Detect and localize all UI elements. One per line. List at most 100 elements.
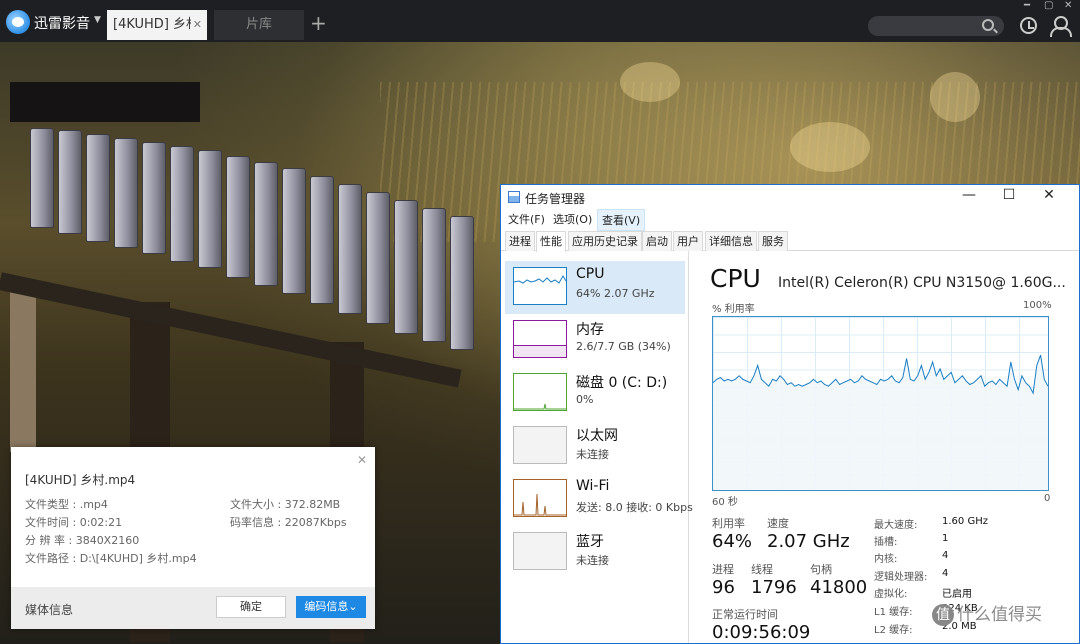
- video-scene-mailbox: [366, 192, 390, 324]
- stat-threads-value: 1796: [751, 577, 797, 598]
- video-scene-mailbox: [114, 138, 138, 248]
- stat-processes-value: 96: [712, 577, 735, 598]
- stat-handles-label: 句柄: [810, 563, 832, 576]
- tab-now-playing[interactable]: [4KUHD] 乡村.mp4 ✕: [107, 10, 207, 40]
- media-info-footer-label: 媒体信息: [25, 603, 74, 617]
- sidebar-memory-sub: 2.6/7.7 GB (34%): [576, 340, 671, 353]
- minimize-icon[interactable]: ━: [1024, 0, 1030, 11]
- close-icon[interactable]: ✕: [1064, 0, 1072, 11]
- minimize-icon[interactable]: —: [954, 187, 984, 203]
- ok-button[interactable]: 确定: [216, 596, 286, 618]
- task-manager-window: 任务管理器 — ☐ ✕ 文件(F) 选项(O) 查看(V) 进程 性能 应用历史…: [500, 184, 1080, 644]
- video-scene-post: [10, 282, 36, 452]
- cpu-model: Intel(R) Celeron(R) CPU N3150@ 1.60G...: [778, 275, 1066, 291]
- spec-max-speed-value: 1.60 GHz: [942, 516, 988, 527]
- tab-processes[interactable]: 进程: [505, 231, 535, 251]
- user-icon[interactable]: [1050, 16, 1072, 37]
- menu-file[interactable]: 文件(F): [504, 209, 549, 229]
- stat-processes-label: 进程: [712, 563, 734, 576]
- tab-services[interactable]: 服务: [758, 231, 788, 251]
- cpu-thumbnail: [513, 267, 567, 305]
- sidebar-wifi-sub: 发送: 8.0 接收: 0 Kbps: [576, 501, 693, 514]
- menu-view[interactable]: 查看(V): [597, 209, 646, 231]
- tab-app-history[interactable]: 应用历史记录: [568, 231, 642, 251]
- stat-uptime-label: 正常运行时间: [712, 608, 778, 621]
- ethernet-thumbnail: [513, 426, 567, 464]
- spec-l2-label: L2 缓存:: [874, 625, 913, 636]
- maximize-icon[interactable]: ▢: [1044, 0, 1053, 11]
- disk-thumbnail-graph: [514, 403, 566, 410]
- watermark-logo: 值: [932, 604, 954, 626]
- sidebar-disk-sub: 0%: [576, 393, 594, 406]
- close-icon[interactable]: ✕: [1034, 187, 1064, 203]
- utilization-max-label: 100%: [1023, 300, 1052, 311]
- sidebar-bluetooth-sub: 未连接: [576, 554, 609, 567]
- task-manager-tabs: 进程 性能 应用历史记录 启动 用户 详细信息 服务: [501, 231, 1079, 252]
- performance-heading: CPU: [710, 264, 761, 293]
- video-scene-mailbox: [282, 168, 306, 294]
- resolution: 分 辨 率 : 3840X2160: [25, 534, 140, 547]
- sidebar-memory-name: 内存: [576, 322, 604, 338]
- app-logo-icon[interactable]: [6, 10, 30, 34]
- video-scene-mailbox: [394, 200, 418, 334]
- spec-logical-value: 4: [942, 568, 949, 579]
- sidebar-item-ethernet[interactable]: 以太网 未连接: [505, 420, 685, 473]
- file-type: 文件类型 : .mp4: [25, 498, 108, 511]
- chevron-down-icon[interactable]: ▼: [94, 15, 101, 25]
- cpu-utilization-svg: [712, 354, 1049, 490]
- sidebar-item-cpu[interactable]: CPU 64% 2.07 GHz: [505, 261, 685, 314]
- tab-startup[interactable]: 启动: [642, 231, 672, 251]
- maximize-icon[interactable]: ☐: [994, 187, 1024, 203]
- stat-utilization-value: 64%: [712, 531, 753, 552]
- spec-l1-label: L1 缓存:: [874, 607, 913, 618]
- tab-close-icon[interactable]: ✕: [193, 10, 202, 40]
- codec-info-button[interactable]: 编码信息⌄: [296, 596, 366, 618]
- video-scene-mailbox: [86, 134, 110, 242]
- app-name[interactable]: 迅雷影音: [34, 13, 90, 33]
- cpu-utilization-graph: [712, 316, 1049, 491]
- spec-sockets-label: 插槽:: [874, 537, 898, 548]
- stat-threads-label: 线程: [751, 563, 773, 576]
- video-scene-beam: [0, 272, 462, 388]
- menu-options[interactable]: 选项(O): [549, 209, 596, 229]
- performance-sidebar: CPU 64% 2.07 GHz 内存 2.6/7.7 GB (34%) 磁盘 …: [501, 251, 693, 643]
- bluetooth-thumbnail: [513, 532, 567, 570]
- watermark-text: 什么值得买: [957, 605, 1042, 625]
- utilization-axis-label: % 利用率: [712, 304, 755, 315]
- bitrate: 码率信息 : 22087Kbps: [230, 516, 347, 529]
- video-scene-mailbox: [450, 216, 474, 350]
- file-size: 文件大小 : 372.82MB: [230, 498, 341, 511]
- task-manager-icon: [508, 191, 520, 203]
- spec-sockets-value: 1: [942, 533, 949, 544]
- search-icon[interactable]: [982, 19, 994, 31]
- video-scene-mailbox: [142, 142, 166, 254]
- spec-virtualization-value: 已启用: [942, 589, 972, 600]
- sidebar-item-wifi[interactable]: Wi-Fi 发送: 8.0 接收: 0 Kbps: [505, 473, 693, 526]
- tab-performance[interactable]: 性能: [536, 231, 566, 252]
- media-info-dialog: ✕ [4KUHD] 乡村.mp4 文件类型 : .mp4 文件大小 : 372.…: [11, 447, 375, 629]
- file-path: 文件路径 : D:\[4KUHD] 乡村.mp4: [25, 552, 197, 565]
- sidebar-cpu-name: CPU: [576, 266, 605, 282]
- sidebar-item-bluetooth[interactable]: 蓝牙 未连接: [505, 526, 685, 579]
- tab-library[interactable]: 片库: [214, 10, 304, 40]
- sidebar-cpu-sub: 64% 2.07 GHz: [576, 287, 655, 300]
- stat-speed-label: 速度: [767, 517, 789, 530]
- spec-cores-value: 4: [942, 550, 949, 561]
- media-info-footer: 媒体信息 确定 编码信息⌄: [11, 587, 375, 629]
- sidebar-disk-name: 磁盘 0 (C: D:): [576, 375, 668, 391]
- codec-info-label: 编码信息: [304, 600, 349, 613]
- cpu-utilization-area: [713, 355, 1048, 490]
- tab-users[interactable]: 用户: [673, 231, 703, 251]
- video-scene-light: [620, 62, 680, 102]
- history-icon[interactable]: [1020, 17, 1037, 34]
- disk-thumbnail: [513, 373, 567, 411]
- add-tab-button[interactable]: +: [310, 11, 327, 35]
- video-scene-mailbox: [226, 156, 250, 278]
- sidebar-wifi-name: Wi-Fi: [576, 478, 610, 494]
- close-icon[interactable]: ✕: [357, 453, 367, 467]
- sidebar-item-disk[interactable]: 磁盘 0 (C: D:) 0%: [505, 367, 685, 420]
- spec-virtualization-label: 虚拟化:: [874, 589, 908, 600]
- sidebar-item-memory[interactable]: 内存 2.6/7.7 GB (34%): [505, 314, 685, 367]
- tab-details[interactable]: 详细信息: [705, 231, 757, 251]
- graph-zero-label: 0: [1044, 493, 1051, 504]
